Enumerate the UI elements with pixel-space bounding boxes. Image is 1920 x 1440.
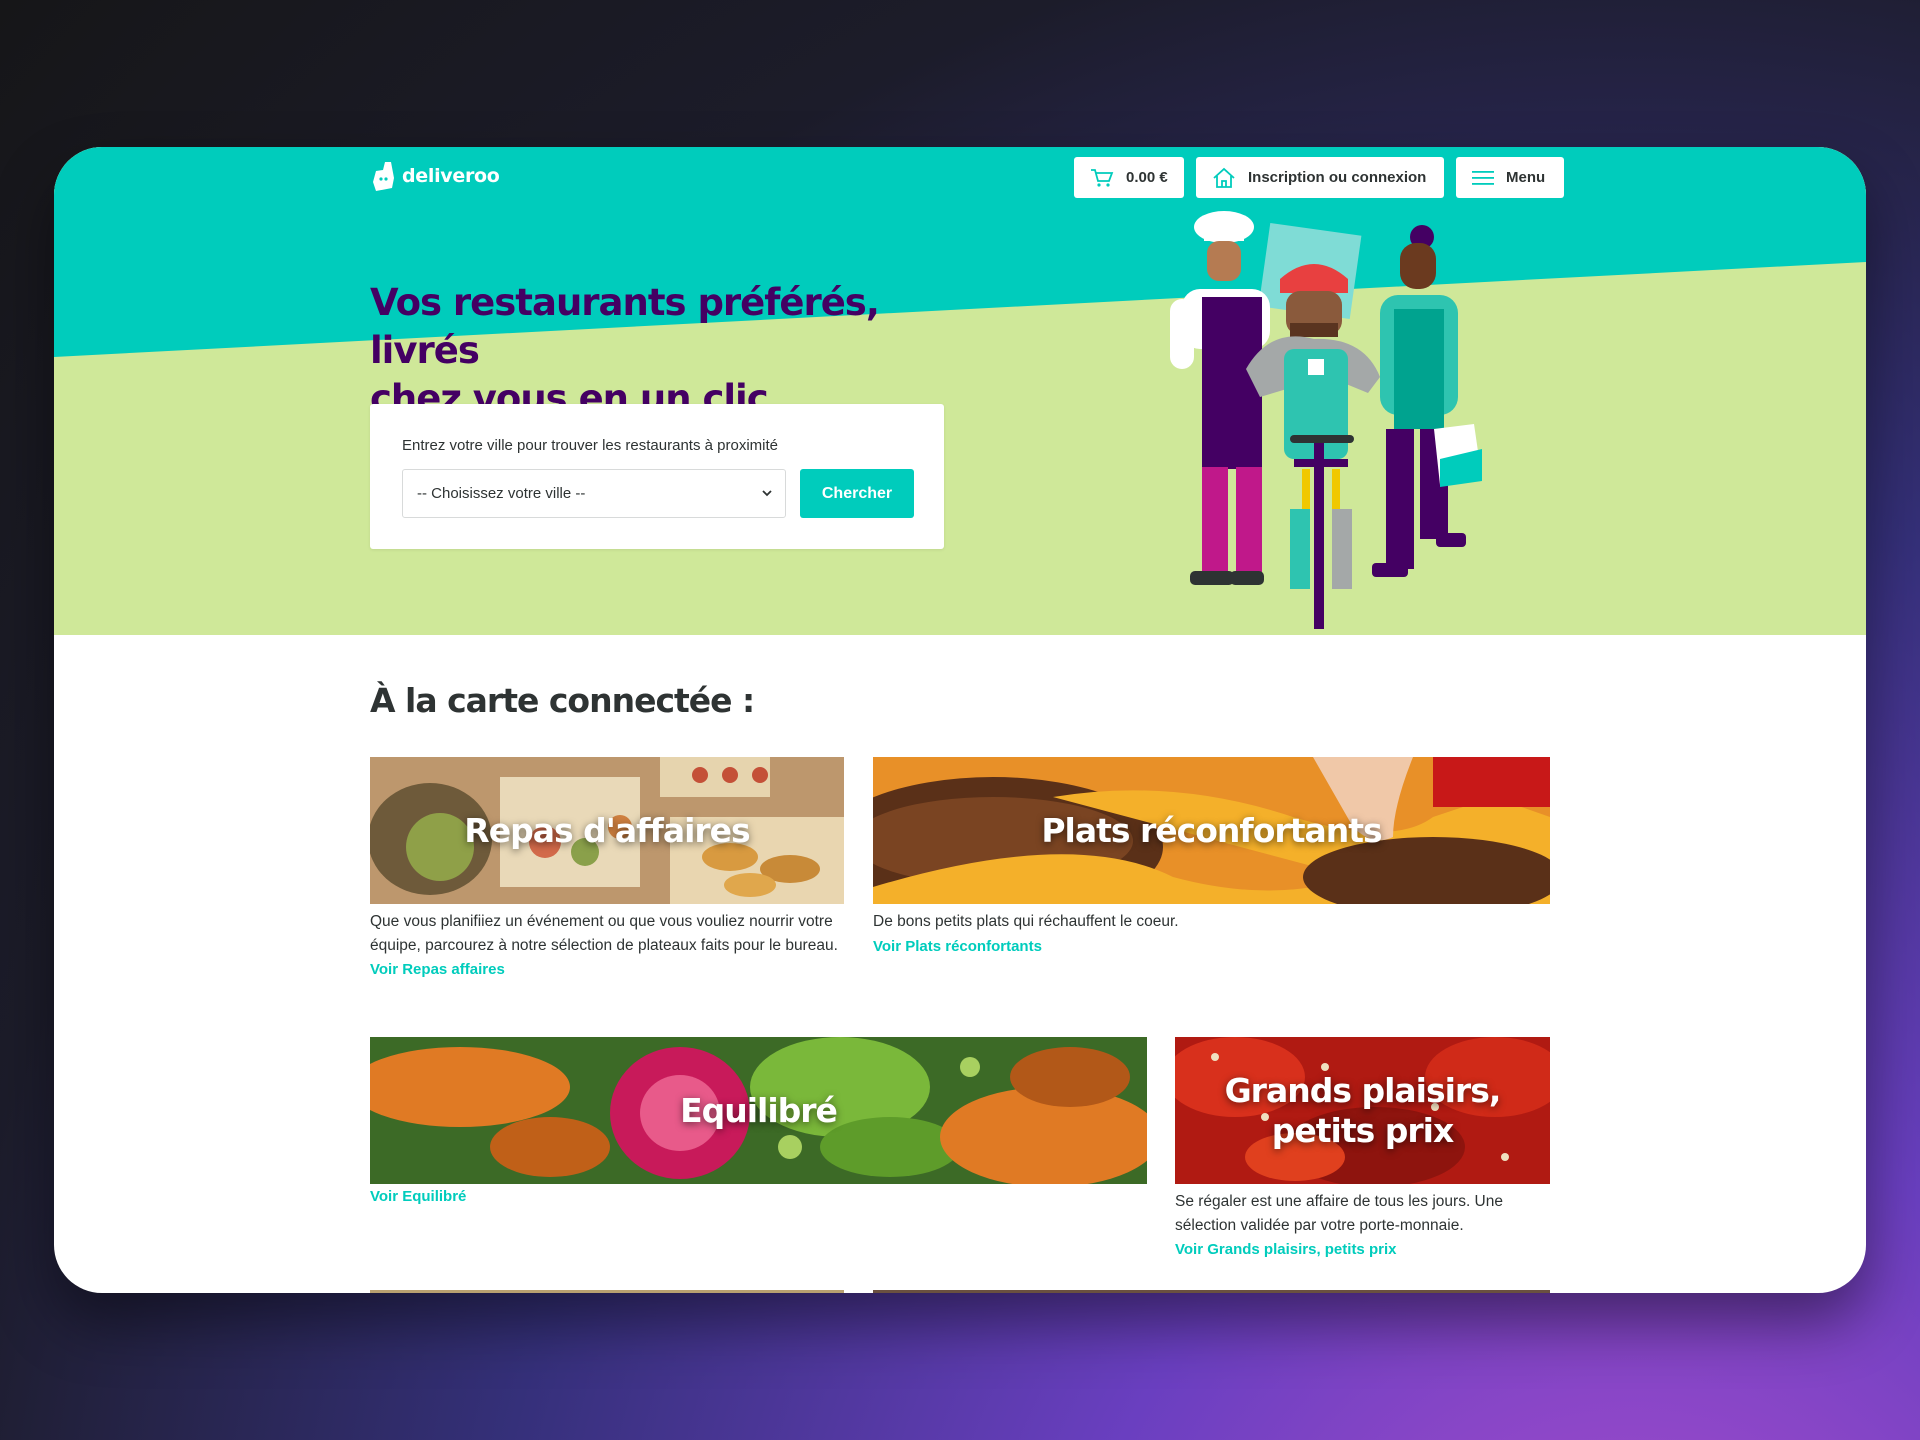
collection-link-business[interactable]: Voir Repas affaires: [370, 961, 844, 978]
collection-link-comfort[interactable]: Voir Plats réconfortants: [873, 938, 1550, 955]
collection-title-comfort: Plats réconfortants: [1041, 810, 1382, 850]
home-icon: [1213, 167, 1235, 188]
next-card-peek-1: [370, 1290, 844, 1293]
collection-image-business[interactable]: Repas d'affaires: [370, 757, 844, 904]
collection-description-comfort: De bons petits plats qui réchauffent le …: [873, 913, 1179, 930]
search-label: Entrez votre ville pour trouver les rest…: [402, 437, 778, 454]
menu-button[interactable]: Menu: [1456, 157, 1564, 198]
hero-title: Vos restaurants préférés, livrés chez vo…: [370, 279, 990, 423]
brand-name: deliveroo: [402, 165, 500, 187]
deliveroo-logo[interactable]: deliveroo: [370, 161, 500, 191]
section-title: À la carte connectée :: [370, 681, 755, 720]
collection-card-balanced: Equilibré Voir Equilibré: [370, 1037, 1147, 1205]
search-button[interactable]: Chercher: [800, 469, 914, 518]
city-select-value: -- Choisissez votre ville --: [417, 485, 586, 502]
next-card-peek-2: [873, 1290, 1550, 1293]
collection-title-business: Repas d'affaires: [464, 810, 750, 850]
browser-frame: deliveroo 0.00 € Inscription ou connexio…: [54, 147, 1866, 1293]
collection-link-balanced[interactable]: Voir Equilibré: [370, 1188, 1147, 1205]
hero-illustration: [1170, 211, 1482, 629]
deliveroo-logo-icon: [373, 162, 394, 191]
collection-image-comfort[interactable]: Plats réconfortants: [873, 757, 1550, 904]
collection-description-budget: Se régaler est une affaire de tous les j…: [1175, 1193, 1503, 1234]
collection-description-business: Que vous planifiiez un événement ou que …: [370, 913, 838, 954]
cart-icon: [1091, 168, 1114, 187]
login-label: Inscription ou connexion: [1248, 169, 1427, 186]
menu-label: Menu: [1506, 169, 1546, 186]
city-search-card: Entrez votre ville pour trouver les rest…: [370, 404, 944, 549]
collection-image-budget[interactable]: Grands plaisirs, petits prix: [1175, 1037, 1550, 1184]
city-select[interactable]: -- Choisissez votre ville --: [402, 469, 786, 518]
cart-total: 0.00 €: [1126, 169, 1168, 186]
hamburger-menu-icon: [1472, 170, 1494, 185]
hero-title-line1: Vos restaurants préférés, livrés: [370, 281, 880, 372]
hero-section: deliveroo 0.00 € Inscription ou connexio…: [54, 147, 1866, 635]
collection-title-balanced: Equilibré: [680, 1090, 838, 1130]
collection-link-budget[interactable]: Voir Grands plaisirs, petits prix: [1175, 1241, 1550, 1258]
collection-image-balanced[interactable]: Equilibré: [370, 1037, 1147, 1184]
top-navigation: deliveroo 0.00 € Inscription ou connexio…: [370, 157, 1564, 207]
chef-figure: [1170, 211, 1270, 585]
chevron-down-icon: [762, 490, 772, 497]
login-button[interactable]: Inscription ou connexion: [1196, 157, 1444, 198]
collection-title-budget: Grands plaisirs, petits prix: [1224, 1070, 1502, 1150]
collection-card-comfort: Plats réconfortants De bons petits plats…: [873, 757, 1550, 955]
collection-card-business: Repas d'affaires Que vous planifiiez un …: [370, 757, 844, 978]
customer-figure: [1372, 225, 1482, 577]
cart-button[interactable]: 0.00 €: [1074, 157, 1184, 198]
collection-card-budget: Grands plaisirs, petits prix Se régaler …: [1175, 1037, 1550, 1258]
